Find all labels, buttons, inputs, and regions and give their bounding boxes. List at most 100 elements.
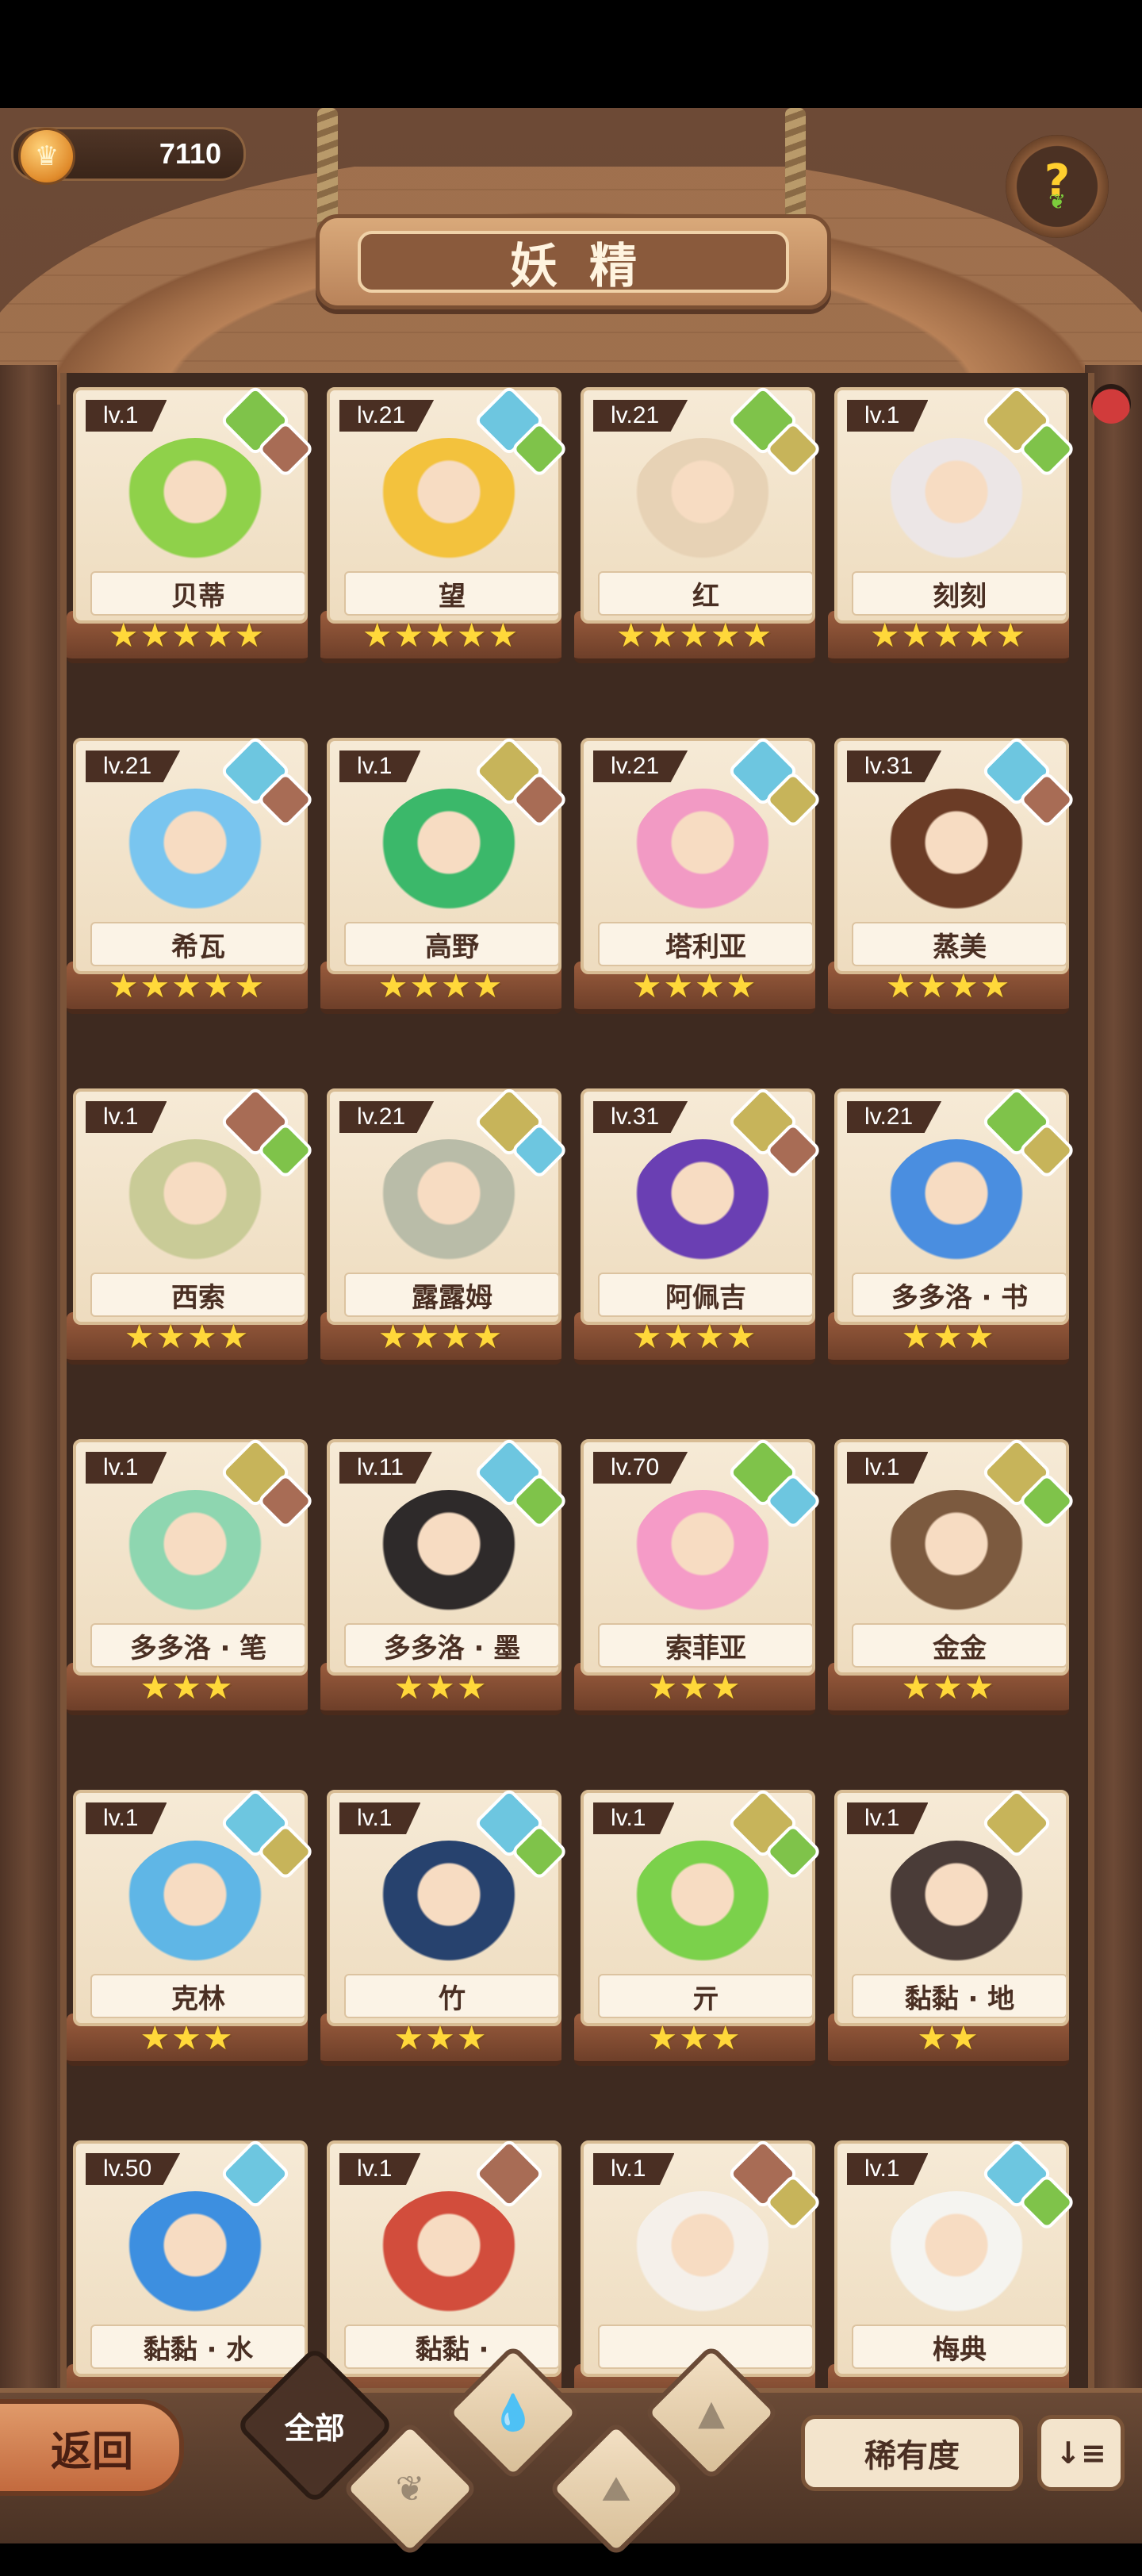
- fairy-portrait: [124, 1139, 266, 1274]
- fairy-level: lv.1: [86, 1452, 167, 1484]
- element-badge-icon: [980, 1787, 1053, 1860]
- fairy-stars: ★★★: [393, 1667, 489, 1706]
- fairy-card[interactable]: lv.1 西索 ★★★★: [67, 1085, 315, 1365]
- fairy-name: 红: [598, 571, 814, 616]
- fairy-card[interactable]: lv.31 阿佩吉 ★★★★: [574, 1085, 822, 1365]
- fairy-level: lv.1: [847, 1802, 929, 1834]
- card-body: lv.1 金金: [834, 1436, 1076, 1676]
- fairy-card[interactable]: lv.1 高野 ★★★★: [320, 735, 569, 1014]
- fairy-level: lv.21: [339, 400, 435, 432]
- fairy-card[interactable]: lv.21 望 ★★★★★: [320, 384, 569, 663]
- fairy-portrait: [124, 438, 266, 573]
- fairy-card[interactable]: lv.1 克林 ★★★: [67, 1787, 315, 2066]
- fairy-level: lv.1: [86, 400, 167, 432]
- card-body: lv.1 梅典: [834, 2137, 1076, 2377]
- fairy-card[interactable]: lv.1 黏黏 ·: [320, 2137, 561, 2417]
- fairy-level: lv.1: [847, 2153, 929, 2185]
- fairy-name: 望: [344, 571, 560, 616]
- card-body: lv.21 希瓦: [73, 735, 315, 974]
- fairy-card[interactable]: lv.1 竹 ★★★: [320, 1787, 569, 2066]
- fairy-level: lv.1: [593, 1802, 675, 1834]
- fairy-card[interactable]: lv.1 刻刻 ★★★★★: [828, 384, 1076, 663]
- fairy-level: lv.1: [339, 751, 421, 782]
- fairy-name: 克林: [90, 1974, 306, 2018]
- fairy-portrait: [631, 2191, 774, 2326]
- back-button[interactable]: 返回: [0, 2399, 184, 2496]
- fairy-stars: ★★: [917, 2017, 980, 2057]
- fairy-level: lv.21: [86, 751, 181, 782]
- fairy-stars: ★★★: [647, 1667, 742, 1706]
- card-body: lv.1: [581, 2137, 822, 2377]
- fairy-card[interactable]: lv.50 黏黏 · 水: [67, 2137, 308, 2417]
- fairy-level: lv.31: [593, 1101, 688, 1133]
- sprout-icon: ❦: [1048, 190, 1066, 214]
- element-badge-icon: [473, 2137, 546, 2210]
- fairy-portrait: [631, 789, 774, 923]
- card-body: lv.21 塔利亚: [581, 735, 822, 974]
- fairy-portrait: [885, 1490, 1028, 1625]
- left-wall: [0, 365, 57, 2412]
- fairy-level: lv.11: [339, 1452, 432, 1484]
- coin-icon: ♛: [18, 128, 75, 185]
- fairy-portrait: [377, 1841, 520, 1975]
- fairy-stars: ★★★★★: [869, 615, 1028, 655]
- fairy-card[interactable]: lv.1: [574, 2137, 822, 2417]
- fairy-card[interactable]: lv.1 梅典: [828, 2137, 1076, 2417]
- fairy-stars: ★★★★: [885, 966, 1012, 1005]
- card-body: lv.1 刻刻: [834, 384, 1076, 624]
- fairy-card[interactable]: lv.1 亓 ★★★: [574, 1787, 822, 2066]
- fairy-card[interactable]: lv.21 多多洛 · 书 ★★★: [828, 1085, 1076, 1365]
- fairy-name: 露露姆: [344, 1273, 560, 1317]
- filter-all-label: 全部: [284, 2410, 345, 2446]
- fairy-level: lv.1: [86, 1101, 167, 1133]
- coin-value: 7110: [159, 137, 221, 170]
- fairy-card[interactable]: lv.1 多多洛 · 笔 ★★★: [67, 1436, 315, 1715]
- sort-order-button[interactable]: ↓≡: [1037, 2415, 1125, 2491]
- fairy-stars: ★★★: [140, 2017, 235, 2057]
- mountain-icon: ▲: [698, 2392, 725, 2433]
- card-body: lv.1 黏黏 · 地: [834, 1787, 1069, 2026]
- fairy-level: lv.21: [593, 751, 688, 782]
- fairy-card[interactable]: lv.21 露露姆 ★★★★: [320, 1085, 569, 1365]
- rarity-sort-button[interactable]: 稀有度: [801, 2415, 1023, 2491]
- fairy-card[interactable]: lv.70 索菲亚 ★★★: [574, 1436, 822, 1715]
- help-button[interactable]: ? ❦: [1006, 135, 1109, 238]
- fairy-stars: ★★★★★: [108, 966, 266, 1005]
- fairy-name: 阿佩吉: [598, 1273, 814, 1317]
- card-body: lv.1 竹: [327, 1787, 569, 2026]
- card-body: lv.21 望: [327, 384, 569, 624]
- fairy-name: 索菲亚: [598, 1623, 814, 1668]
- fairy-card[interactable]: lv.21 红 ★★★★★: [574, 384, 822, 663]
- fairy-name: 金金: [852, 1623, 1067, 1668]
- card-body: lv.70 索菲亚: [581, 1436, 822, 1676]
- fairy-card[interactable]: lv.1 金金 ★★★: [828, 1436, 1076, 1715]
- fairy-stars: ★★★: [901, 1667, 996, 1706]
- fairy-name: 多多洛 · 笔: [90, 1623, 306, 1668]
- fairy-level: lv.1: [339, 2153, 421, 2185]
- fairy-card[interactable]: lv.1 贝蒂 ★★★★★: [67, 384, 315, 663]
- fairy-card[interactable]: lv.21 塔利亚 ★★★★: [574, 735, 822, 1014]
- fairy-card[interactable]: lv.21 希瓦 ★★★★★: [67, 735, 315, 1014]
- fairy-card[interactable]: lv.31 蒸美 ★★★★: [828, 735, 1076, 1014]
- fairy-portrait: [631, 1841, 774, 1975]
- fairy-card[interactable]: lv.11 多多洛 · 墨 ★★★: [320, 1436, 569, 1715]
- fairy-portrait: [885, 2191, 1028, 2326]
- fairy-portrait: [377, 1490, 520, 1625]
- card-body: lv.1 多多洛 · 笔: [73, 1436, 315, 1676]
- fairy-level: lv.31: [847, 751, 942, 782]
- card-body: lv.1 贝蒂: [73, 384, 315, 624]
- fairy-stars: ★★★★: [631, 966, 758, 1005]
- fairy-stars: ★★★★: [377, 1316, 504, 1356]
- fairy-stars: ★★★: [647, 2017, 742, 2057]
- fairy-card[interactable]: lv.1 黏黏 · 地 ★★: [828, 1787, 1069, 2066]
- fairy-stars: ★★★★★: [615, 615, 774, 655]
- fairy-name: 黏黏 · 地: [852, 1974, 1067, 2018]
- rock-icon: ⛰: [601, 2468, 631, 2509]
- card-body: lv.1 克林: [73, 1787, 315, 2026]
- card-body: lv.1 黏黏 ·: [327, 2137, 561, 2377]
- fairy-level: lv.50: [86, 2153, 181, 2185]
- fairy-level: lv.21: [847, 1101, 942, 1133]
- ladybug-icon: [1091, 384, 1131, 424]
- card-body: lv.21 多多洛 · 书: [834, 1085, 1076, 1325]
- fairy-portrait: [885, 1841, 1028, 1975]
